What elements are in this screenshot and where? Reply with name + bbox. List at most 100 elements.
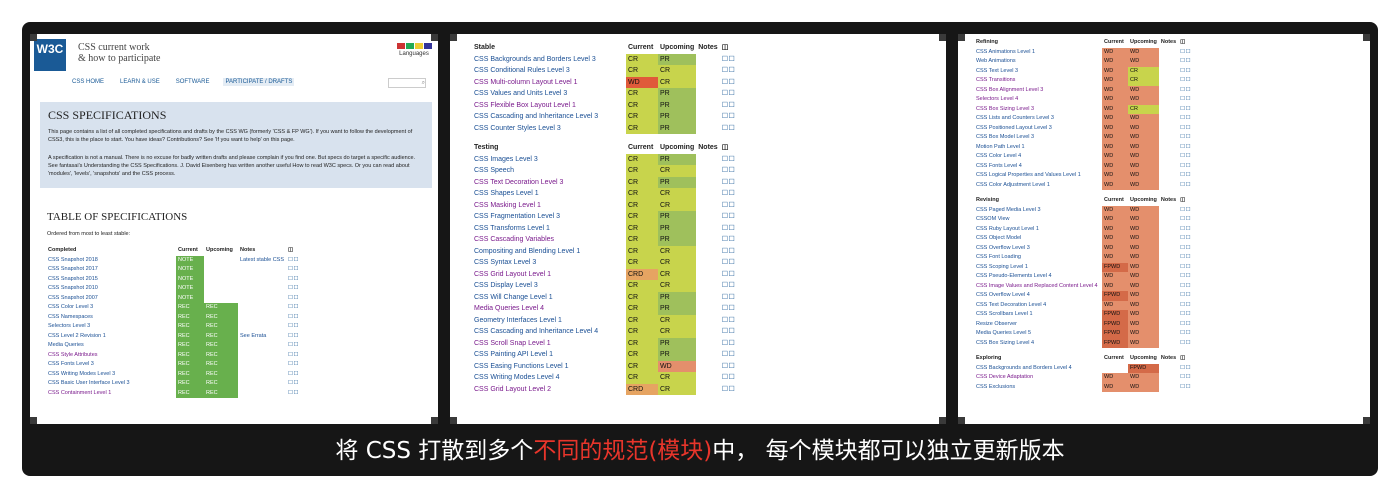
spec-link[interactable]: CSS Box Sizing Level 3 <box>974 105 1102 115</box>
format-icons[interactable]: ☐☐ <box>720 257 738 269</box>
format-icons[interactable]: ☐☐ <box>720 315 738 327</box>
format-icons[interactable]: ☐☐ <box>1178 171 1193 181</box>
spec-link[interactable]: CSS Multi-column Layout Level 1 <box>472 77 626 89</box>
spec-link[interactable]: CSS Fragmentation Level 3 <box>472 211 626 223</box>
spec-link[interactable]: CSS Writing Modes Level 4 <box>472 372 626 384</box>
spec-link[interactable]: Resize Observer <box>974 320 1102 330</box>
spec-link[interactable]: CSS Values and Units Level 3 <box>472 88 626 100</box>
format-icons[interactable]: ☐☐ <box>286 341 301 351</box>
spec-link[interactable]: CSS Namespaces <box>46 313 176 323</box>
spec-link[interactable]: CSS Level 2 Revision 1 <box>46 332 176 342</box>
format-icons[interactable]: ☐☐ <box>1178 329 1193 339</box>
spec-link[interactable]: CSS Shapes Level 1 <box>472 188 626 200</box>
spec-link[interactable]: CSS Basic User Interface Level 3 <box>46 379 176 389</box>
spec-link[interactable]: CSS Display Level 3 <box>472 280 626 292</box>
format-icons[interactable]: ☐☐ <box>1178 95 1193 105</box>
format-icons[interactable]: ☐☐ <box>1178 105 1193 115</box>
format-icons[interactable]: ☐☐ <box>1178 143 1193 153</box>
format-icons[interactable]: ☐☐ <box>286 284 301 294</box>
format-icons[interactable]: ☐☐ <box>1178 76 1193 86</box>
format-icons[interactable]: ☐☐ <box>1178 244 1193 254</box>
spec-link[interactable]: CSS Text Decoration Level 4 <box>974 301 1102 311</box>
search-input[interactable]: ⌕ <box>388 78 426 88</box>
format-icons[interactable]: ☐☐ <box>286 332 301 342</box>
notes-cell[interactable]: Latest stable CSS <box>238 256 286 266</box>
format-icons[interactable]: ☐☐ <box>1178 48 1193 58</box>
format-icons[interactable]: ☐☐ <box>286 370 301 380</box>
format-icons[interactable]: ☐☐ <box>720 372 738 384</box>
spec-link[interactable]: CSS Easing Functions Level 1 <box>472 361 626 373</box>
format-icons[interactable]: ☐☐ <box>286 360 301 370</box>
spec-link[interactable]: CSS Flexible Box Layout Level 1 <box>472 100 626 112</box>
spec-link[interactable]: CSS Conditional Rules Level 3 <box>472 65 626 77</box>
spec-link[interactable]: CSS Pseudo-Elements Level 4 <box>974 272 1102 282</box>
spec-link[interactable]: CSS Snapshot 2007 <box>46 294 176 304</box>
format-icons[interactable]: ☐☐ <box>720 123 738 135</box>
spec-link[interactable]: CSS Overflow Level 4 <box>974 291 1102 301</box>
format-icons[interactable]: ☐☐ <box>720 88 738 100</box>
spec-link[interactable]: CSS Box Alignment Level 3 <box>974 86 1102 96</box>
format-icons[interactable]: ☐☐ <box>1178 162 1193 172</box>
format-icons[interactable]: ☐☐ <box>1178 263 1193 273</box>
spec-link[interactable]: CSS Box Model Level 3 <box>974 133 1102 143</box>
format-icons[interactable]: ☐☐ <box>286 313 301 323</box>
spec-link[interactable]: CSS Writing Modes Level 3 <box>46 370 176 380</box>
spec-link[interactable]: CSS Scroll Snap Level 1 <box>472 338 626 350</box>
format-icons[interactable]: ☐☐ <box>1178 57 1193 67</box>
format-icons[interactable]: ☐☐ <box>1178 291 1193 301</box>
format-icons[interactable]: ☐☐ <box>720 292 738 304</box>
format-icons[interactable]: ☐☐ <box>1178 206 1193 216</box>
spec-link[interactable]: CSS Snapshot 2017 <box>46 265 176 275</box>
format-icons[interactable]: ☐☐ <box>286 379 301 389</box>
spec-link[interactable]: CSS Paged Media Level 3 <box>974 206 1102 216</box>
format-icons[interactable]: ☐☐ <box>720 111 738 123</box>
format-icons[interactable]: ☐☐ <box>1178 215 1193 225</box>
format-icons[interactable]: ☐☐ <box>1178 67 1193 77</box>
spec-link[interactable]: Web Animations <box>974 57 1102 67</box>
format-icons[interactable]: ☐☐ <box>720 234 738 246</box>
spec-link[interactable]: CSS Fonts Level 3 <box>46 360 176 370</box>
format-icons[interactable]: ☐☐ <box>1178 152 1193 162</box>
format-icons[interactable]: ☐☐ <box>1178 310 1193 320</box>
nav-software[interactable]: SOFTWARE <box>174 78 212 86</box>
spec-link[interactable]: CSS Scoping Level 1 <box>974 263 1102 273</box>
format-icons[interactable]: ☐☐ <box>720 188 738 200</box>
format-icons[interactable]: ☐☐ <box>1178 272 1193 282</box>
spec-link[interactable]: CSS Color Level 3 <box>46 303 176 313</box>
format-icons[interactable]: ☐☐ <box>720 100 738 112</box>
format-icons[interactable]: ☐☐ <box>720 269 738 281</box>
format-icons[interactable]: ☐☐ <box>720 303 738 315</box>
format-icons[interactable]: ☐☐ <box>286 303 301 313</box>
format-icons[interactable]: ☐☐ <box>720 154 738 166</box>
language-selector[interactable]: Languages <box>396 43 432 57</box>
spec-link[interactable]: CSS Lists and Counters Level 3 <box>974 114 1102 124</box>
format-icons[interactable]: ☐☐ <box>720 200 738 212</box>
spec-link[interactable]: CSS Ruby Layout Level 1 <box>974 225 1102 235</box>
spec-link[interactable]: CSS Painting API Level 1 <box>472 349 626 361</box>
spec-link[interactable]: CSS Containment Level 1 <box>46 389 176 399</box>
format-icons[interactable]: ☐☐ <box>720 54 738 66</box>
spec-link[interactable]: CSS Images Level 3 <box>472 154 626 166</box>
spec-link[interactable]: CSS Device Adaptation <box>974 373 1102 383</box>
spec-link[interactable]: CSS Backgrounds and Borders Level 4 <box>974 364 1102 374</box>
spec-link[interactable]: Media Queries Level 5 <box>974 329 1102 339</box>
spec-link[interactable]: CSS Snapshot 2018 <box>46 256 176 266</box>
spec-link[interactable]: CSS Grid Layout Level 1 <box>472 269 626 281</box>
spec-link[interactable]: CSS Grid Layout Level 2 <box>472 384 626 396</box>
spec-link[interactable]: Geometry Interfaces Level 1 <box>472 315 626 327</box>
format-icons[interactable]: ☐☐ <box>1178 301 1193 311</box>
spec-link[interactable]: CSS Syntax Level 3 <box>472 257 626 269</box>
spec-link[interactable]: CSS Color Adjustment Level 1 <box>974 181 1102 191</box>
format-icons[interactable]: ☐☐ <box>286 322 301 332</box>
spec-link[interactable]: Media Queries <box>46 341 176 351</box>
spec-link[interactable]: CSS Counter Styles Level 3 <box>472 123 626 135</box>
spec-link[interactable]: Selectors Level 4 <box>974 95 1102 105</box>
format-icons[interactable]: ☐☐ <box>720 326 738 338</box>
format-icons[interactable]: ☐☐ <box>720 223 738 235</box>
spec-link[interactable]: CSS Backgrounds and Borders Level 3 <box>472 54 626 66</box>
spec-link[interactable]: CSS Masking Level 1 <box>472 200 626 212</box>
format-icons[interactable]: ☐☐ <box>1178 373 1193 383</box>
spec-link[interactable]: Media Queries Level 4 <box>472 303 626 315</box>
format-icons[interactable]: ☐☐ <box>286 389 301 399</box>
format-icons[interactable]: ☐☐ <box>1178 383 1193 393</box>
